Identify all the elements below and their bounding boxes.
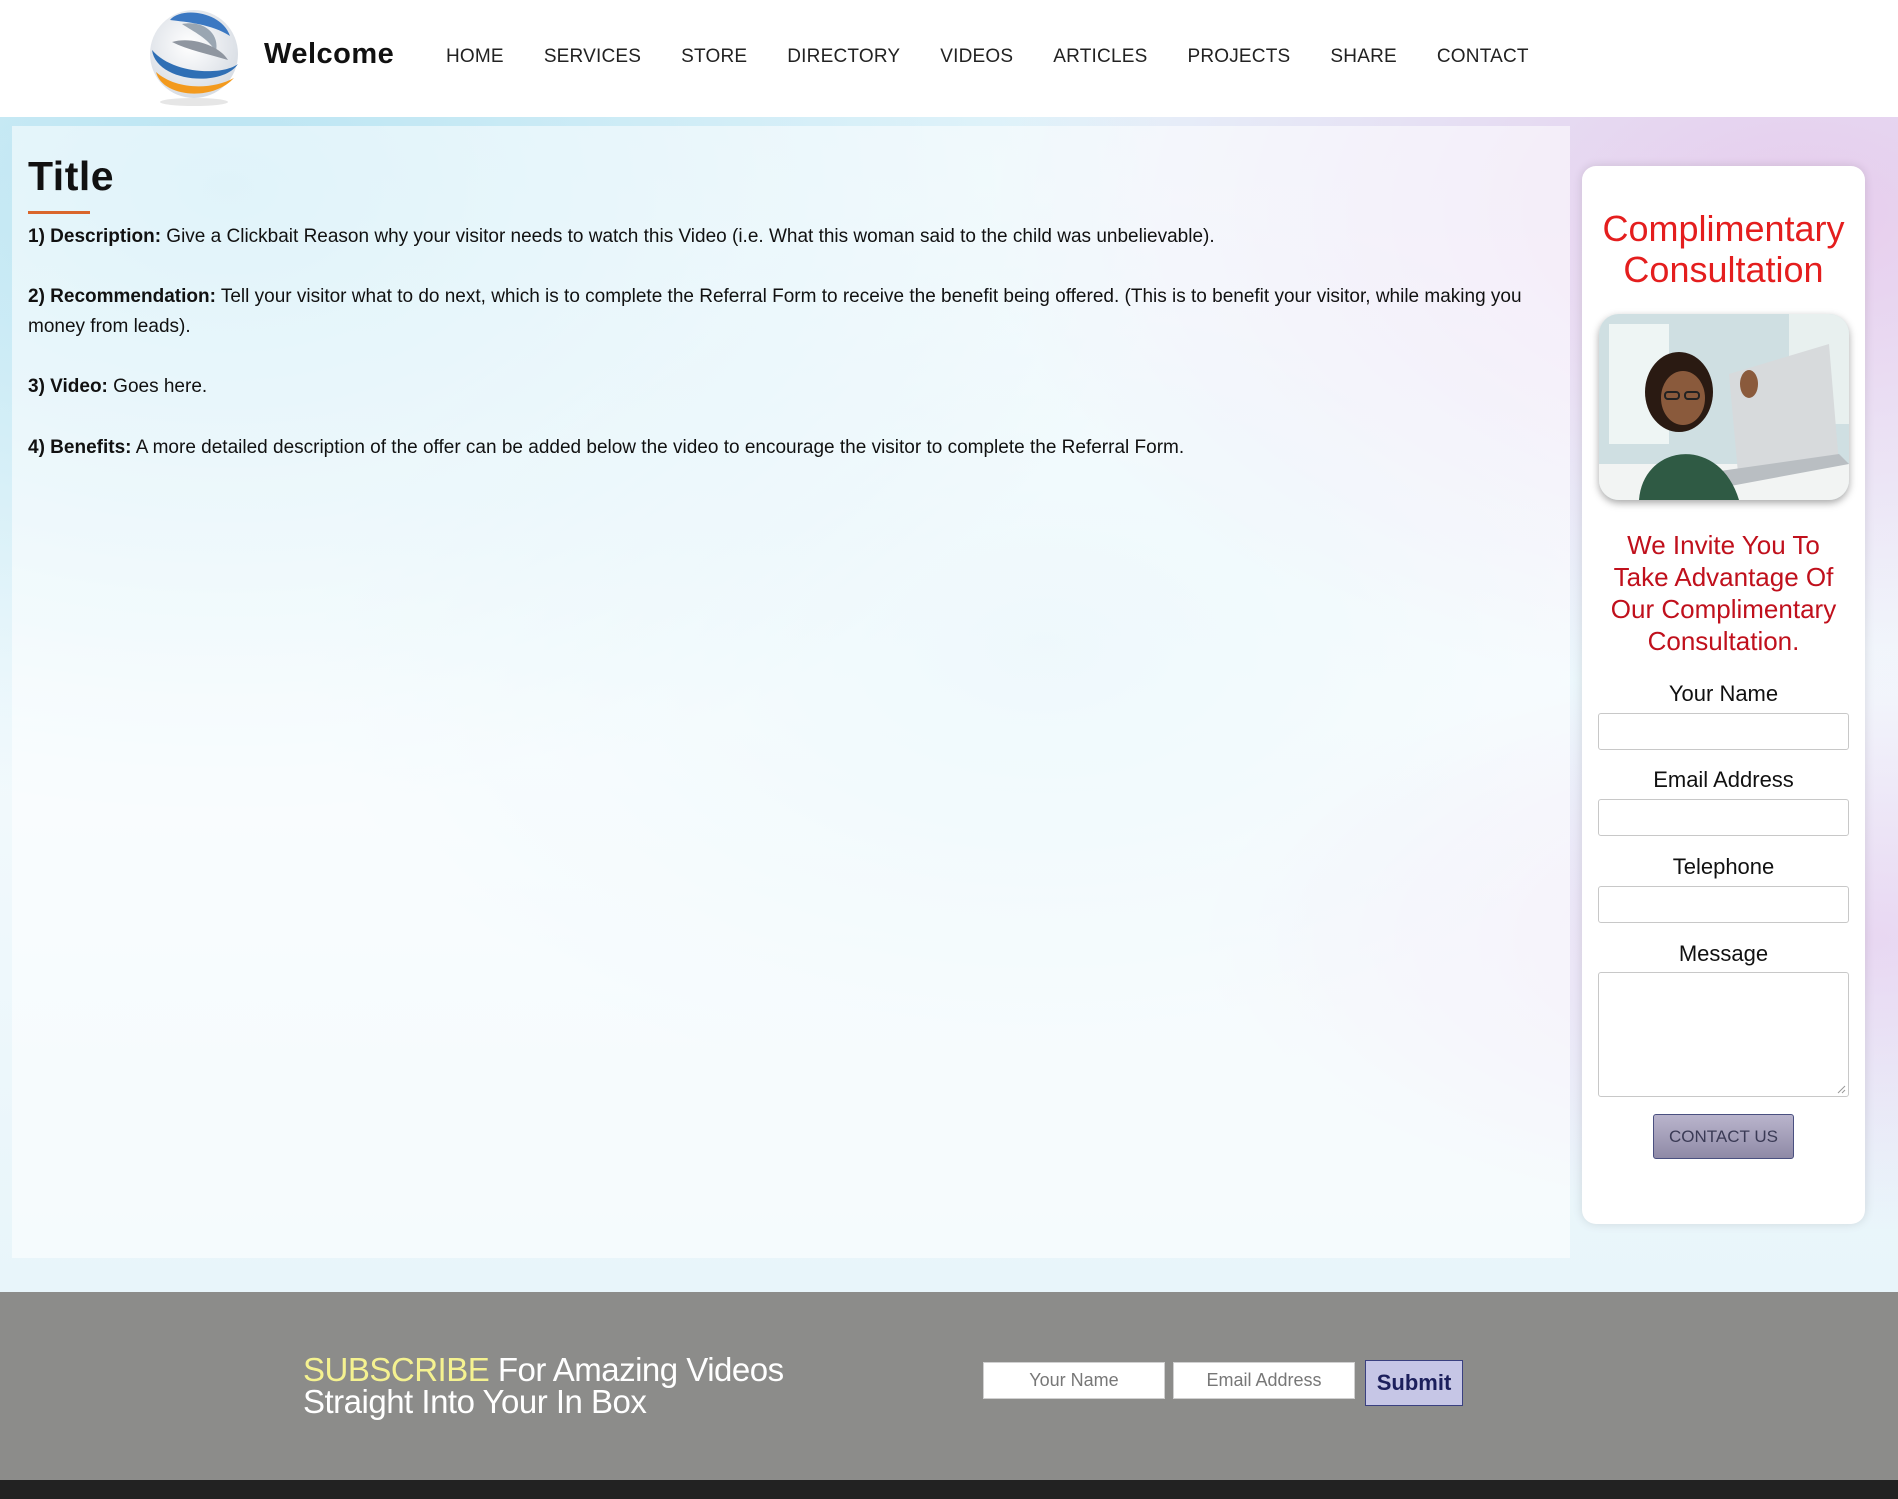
- page-title: Title: [28, 153, 115, 199]
- title-underline: [28, 211, 90, 214]
- subscribe-name-input[interactable]: Your Name: [983, 1362, 1165, 1399]
- paragraph-recommendation: 2) Recommendation: Tell your visitor wha…: [28, 282, 1558, 342]
- invite-line: Take Advantage Of: [1613, 562, 1834, 592]
- email-label: Email Address: [1653, 767, 1794, 792]
- nav-item-home[interactable]: HOME: [446, 46, 504, 68]
- paragraph-text: Goes here.: [107, 376, 208, 397]
- site-logo-icon[interactable]: [142, 2, 246, 108]
- name-label: Your Name: [1668, 681, 1779, 706]
- nav-item-share[interactable]: SHARE: [1330, 46, 1396, 68]
- paragraph-label: 1) Description:: [28, 226, 162, 247]
- nav-item-projects[interactable]: PROJECTS: [1187, 46, 1290, 68]
- subscribe-line2: Straight Into Your In Box: [303, 1383, 647, 1420]
- invite-line: We Invite You To: [1627, 530, 1820, 560]
- nav-item-articles[interactable]: ARTICLES: [1053, 46, 1147, 68]
- name-field[interactable]: [1598, 713, 1849, 750]
- site-header: Welcome HOME SERVICES STORE DIRECTORY VI…: [0, 0, 1898, 117]
- consultation-invite: We Invite You To Take Advantage Of Our C…: [1582, 529, 1865, 657]
- paragraph-label: 2) Recommendation:: [28, 286, 216, 307]
- invite-line: Consultation.: [1647, 626, 1800, 656]
- brand-name[interactable]: Welcome: [264, 38, 394, 71]
- paragraph-text: Tell your visitor what to do next, which…: [28, 286, 1522, 337]
- paragraph-label: 4) Benefits:: [28, 437, 132, 458]
- paragraph-text: A more detailed description of the offer…: [131, 437, 1185, 458]
- consultation-heading: Complimentary Consultation: [1582, 208, 1865, 290]
- message-label: Message: [1678, 941, 1769, 966]
- paragraph-text: Give a Clickbait Reason why your visitor…: [161, 226, 1215, 247]
- consultation-heading-line: Complimentary: [1602, 208, 1845, 249]
- subscribe-headline: SUBSCRIBE For Amazing Videos Straight In…: [303, 1353, 784, 1420]
- consultant-photo: [1599, 314, 1849, 500]
- paragraph-benefits: 4) Benefits: A more detailed description…: [28, 433, 1558, 463]
- subscribe-email-input[interactable]: Email Address: [1173, 1362, 1355, 1399]
- nav-item-videos[interactable]: VIDEOS: [940, 46, 1013, 68]
- subscribe-submit-button[interactable]: Submit: [1365, 1360, 1463, 1406]
- paragraph-video: 3) Video: Goes here.: [28, 372, 1558, 402]
- consultation-heading-line: Consultation: [1623, 249, 1824, 290]
- nav-item-directory[interactable]: DIRECTORY: [787, 46, 900, 68]
- subscribe-section: SUBSCRIBE For Amazing Videos Straight In…: [0, 1292, 1898, 1480]
- footer-bar: [0, 1480, 1898, 1499]
- nav-item-store[interactable]: STORE: [681, 46, 747, 68]
- email-field[interactable]: [1598, 799, 1849, 836]
- nav-item-services[interactable]: SERVICES: [544, 46, 641, 68]
- main-nav: HOME SERVICES STORE DIRECTORY VIDEOS ART…: [446, 46, 1569, 68]
- resize-handle-icon[interactable]: [1836, 1084, 1846, 1094]
- paragraph-description: 1) Description: Give a Clickbait Reason …: [28, 222, 1558, 252]
- telephone-label: Telephone: [1672, 854, 1775, 879]
- nav-item-contact[interactable]: CONTACT: [1437, 46, 1529, 68]
- consultation-card: Complimentary Consultation We Invite You…: [1582, 166, 1865, 1224]
- telephone-field[interactable]: [1598, 886, 1849, 923]
- paragraph-label: 3) Video:: [28, 376, 108, 397]
- message-field[interactable]: [1598, 972, 1849, 1097]
- contact-us-button[interactable]: CONTACT US: [1653, 1114, 1794, 1159]
- invite-line: Our Complimentary: [1610, 594, 1837, 624]
